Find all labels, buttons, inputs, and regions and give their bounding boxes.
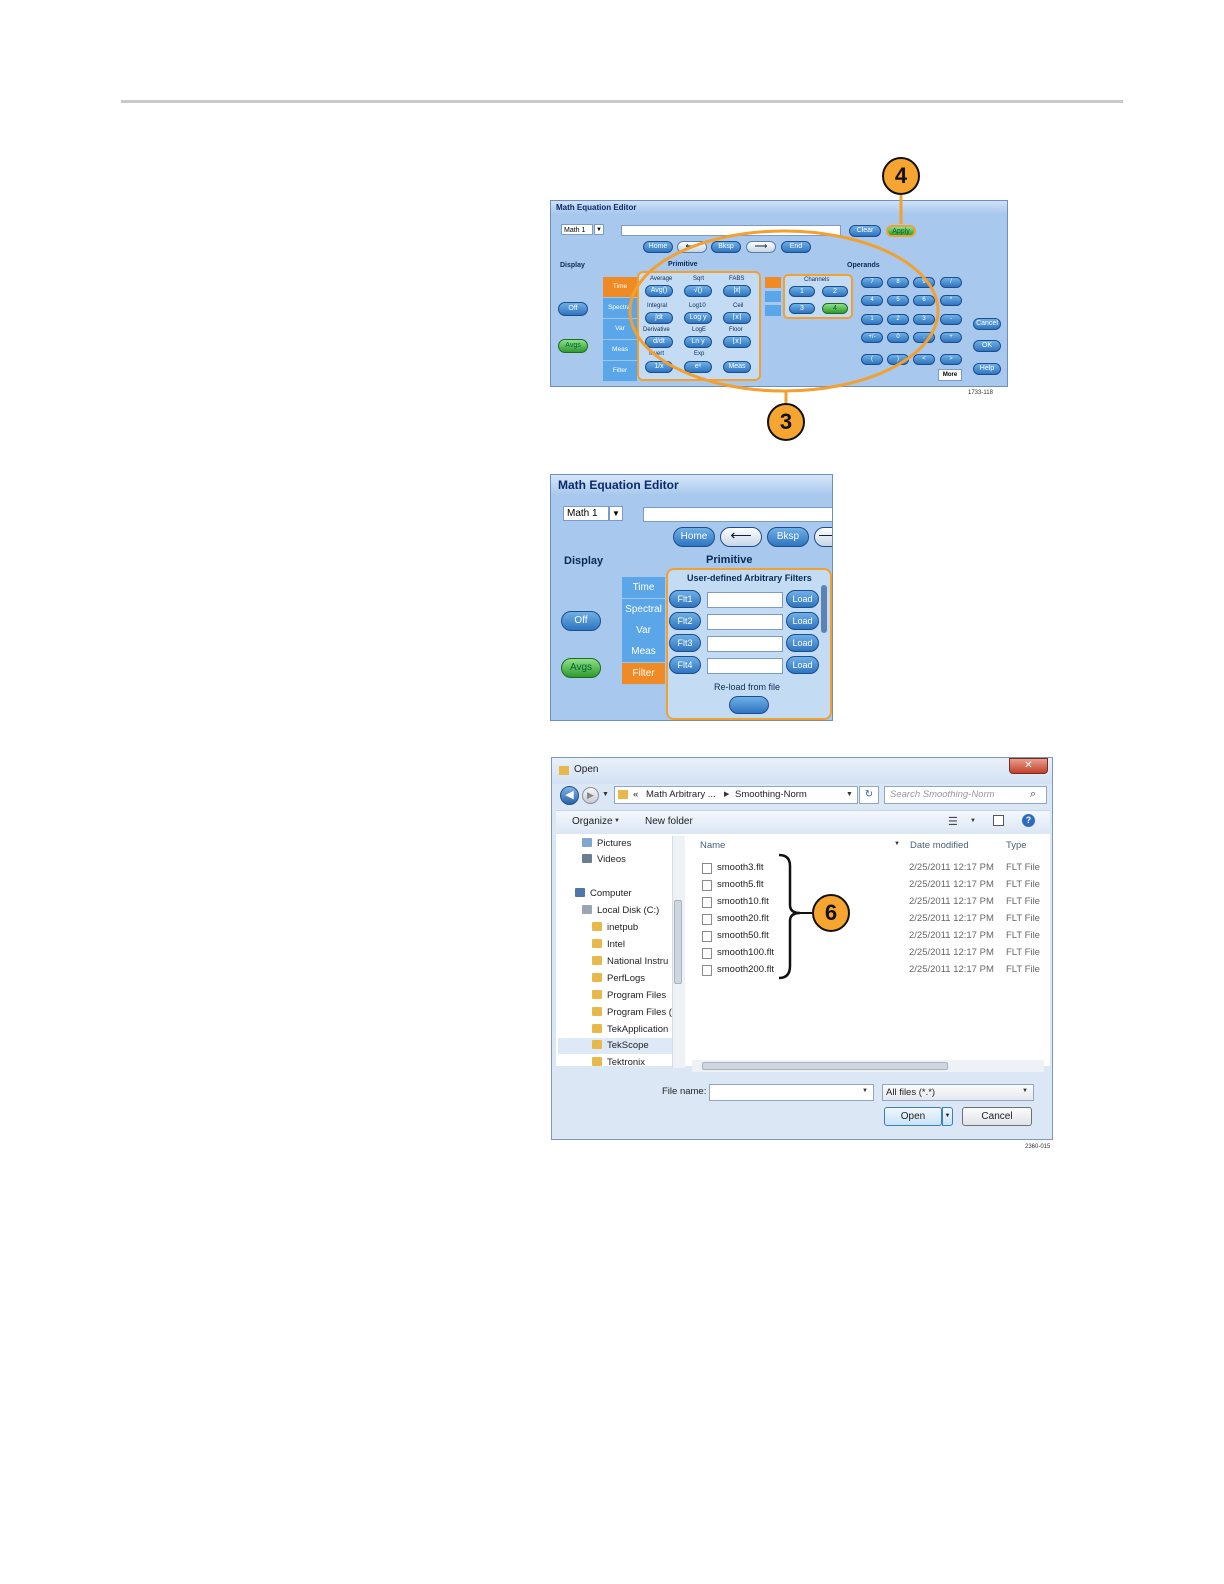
tree-label: TekScope — [607, 1040, 649, 1051]
file-type-select[interactable]: All files (*.*) — [882, 1084, 1034, 1101]
brace-overlay — [778, 853, 812, 980]
folder-icon — [592, 1040, 602, 1049]
files-hscroll-thumb[interactable] — [702, 1062, 948, 1070]
tree-tekscope[interactable]: TekScope — [592, 1040, 649, 1051]
tree-tektronix[interactable]: Tektronix — [592, 1057, 645, 1068]
tree-tekapplication[interactable]: TekApplication — [592, 1024, 668, 1035]
callout-6: 6 — [812, 894, 850, 932]
file-name-dropdown-icon[interactable]: ▼ — [862, 1088, 868, 1094]
figure-id-2: 2360-015 — [1025, 1144, 1051, 1150]
tree-label: TekApplication — [607, 1024, 669, 1035]
file-name-input[interactable] — [709, 1084, 874, 1101]
cancel-button-dialog[interactable]: Cancel — [962, 1107, 1032, 1126]
open-button[interactable]: Open — [884, 1107, 942, 1126]
file-type-dropdown-icon[interactable]: ▼ — [1022, 1088, 1028, 1094]
folder-icon — [592, 1007, 602, 1016]
folder-icon — [592, 1024, 602, 1033]
tree-label: Program Files ( — [607, 1007, 672, 1018]
open-dropdown-icon[interactable]: ▼ — [942, 1107, 953, 1126]
tree-label: Tektronix — [607, 1057, 646, 1068]
file-name-label: File name: — [662, 1086, 707, 1097]
tree-program-files-x86[interactable]: Program Files ( — [592, 1007, 672, 1018]
file-list-brace — [778, 853, 801, 980]
folder-icon — [592, 1057, 602, 1066]
